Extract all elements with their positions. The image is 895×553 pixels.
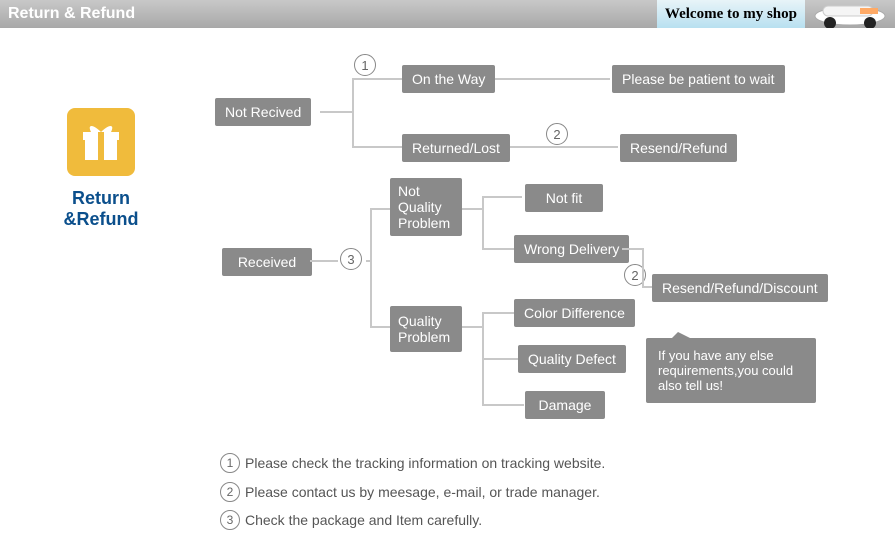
node-resend-refund-discount: Resend/Refund/Discount — [652, 274, 828, 302]
sidebar-title: Return &Refund — [36, 188, 166, 230]
legend-text-2: Please contact us by meesage, e-mail, or… — [245, 479, 600, 506]
speech-bubble: If you have any else requirements,you co… — [646, 338, 816, 403]
legend-row-2: 2 Please contact us by meesage, e-mail, … — [220, 479, 605, 506]
legend-circle-1: 1 — [220, 453, 240, 473]
node-resend-refund: Resend/Refund — [620, 134, 737, 162]
node-please-wait: Please be patient to wait — [612, 65, 785, 93]
legend-text-3: Check the package and Item carefully. — [245, 507, 482, 534]
node-color-diff: Color Difference — [514, 299, 635, 327]
legend-text-1: Please check the tracking information on… — [245, 450, 605, 477]
node-quality: Quality Problem — [390, 306, 462, 352]
node-damage: Damage — [525, 391, 605, 419]
header-bar: Return & Refund Welcome to my shop — [0, 0, 895, 28]
node-wrong-delivery: Wrong Delivery — [514, 235, 629, 263]
node-on-the-way: On the Way — [402, 65, 495, 93]
legend-row-1: 1 Please check the tracking information … — [220, 450, 605, 477]
gift-icon — [67, 108, 135, 176]
node-quality-defect: Quality Defect — [518, 345, 626, 373]
legend-circle-3: 3 — [220, 510, 240, 530]
circle-3: 3 — [340, 248, 362, 270]
header-welcome: Welcome to my shop — [657, 0, 805, 28]
node-not-fit: Not fit — [525, 184, 603, 212]
circle-1: 1 — [354, 54, 376, 76]
node-received: Received — [222, 248, 312, 276]
node-not-received: Not Recived — [215, 98, 311, 126]
legend-row-3: 3 Check the package and Item carefully. — [220, 507, 605, 534]
diagram-area: Return &Refund Not Recived Received On t… — [0, 28, 895, 553]
node-not-quality: Not Quality Problem — [390, 178, 462, 236]
node-returned-lost: Returned/Lost — [402, 134, 510, 162]
sidebar: Return &Refund — [36, 108, 166, 230]
header-title: Return & Refund — [0, 5, 135, 23]
circle-2a: 2 — [546, 123, 568, 145]
car-icon — [808, 0, 893, 28]
legend-circle-2: 2 — [220, 482, 240, 502]
legend: 1 Please check the tracking information … — [220, 450, 605, 536]
